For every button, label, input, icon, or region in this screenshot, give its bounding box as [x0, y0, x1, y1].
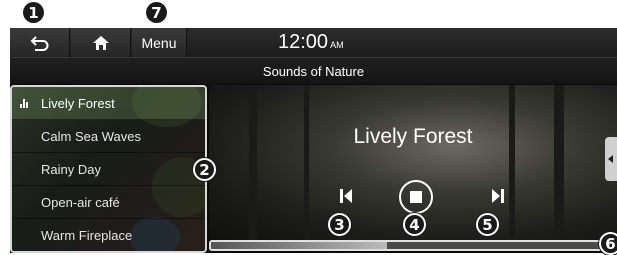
- tree-decoration: [554, 85, 564, 240]
- clock: 12:00 AM: [278, 31, 344, 54]
- list-item[interactable]: Open-air café: [12, 186, 205, 219]
- callout-3: 3: [328, 213, 351, 236]
- top-bar: Menu 12:00 AM: [10, 28, 617, 58]
- list-item-label: Warm Fireplace: [41, 228, 133, 243]
- list-item[interactable]: Calm Sea Waves: [12, 120, 205, 153]
- callout-1: 1: [23, 2, 44, 23]
- head-unit-screen: Menu 12:00 AM Sounds of Nature Lively For…: [10, 28, 617, 253]
- callout-5: 5: [476, 213, 499, 236]
- list-item-label: Rainy Day: [41, 161, 101, 177]
- next-track-icon: [492, 189, 504, 203]
- clock-time: 12:00: [278, 31, 329, 53]
- home-icon: [92, 35, 109, 50]
- list-item-label: Calm Sea Waves: [41, 128, 141, 144]
- progress-bar[interactable]: [209, 240, 613, 251]
- equalizer-icon: [20, 99, 30, 108]
- list-item[interactable]: Rainy Day: [12, 153, 205, 186]
- list-item[interactable]: Lively Forest: [12, 87, 205, 120]
- sound-list: Lively Forest Calm Sea Waves Rainy Day O…: [10, 85, 207, 253]
- home-button[interactable]: [71, 28, 131, 57]
- tree-decoration: [304, 85, 309, 240]
- list-item[interactable]: Warm Fireplace: [12, 219, 205, 251]
- list-item-label: Open-air café: [41, 194, 120, 210]
- progress-fill: [211, 242, 387, 249]
- previous-track-icon: [340, 189, 352, 203]
- back-arrow-icon: [30, 35, 48, 51]
- callout-6: 6: [599, 232, 617, 255]
- page-title: Sounds of Nature: [10, 58, 617, 84]
- clock-ampm: AM: [330, 40, 344, 50]
- stop-button[interactable]: [399, 180, 433, 214]
- callout-2: 2: [193, 158, 216, 181]
- tree-decoration: [249, 85, 257, 240]
- chevron-left-icon: [608, 155, 613, 163]
- menu-button[interactable]: Menu: [132, 28, 187, 57]
- back-button[interactable]: [10, 28, 70, 57]
- list-item-label: Lively Forest: [41, 95, 115, 111]
- next-track-button[interactable]: [491, 188, 505, 209]
- previous-track-button[interactable]: [339, 188, 353, 209]
- side-panel-tab[interactable]: [605, 137, 617, 181]
- stop-icon: [410, 191, 422, 203]
- callout-7: 7: [146, 2, 167, 23]
- callout-4: 4: [403, 213, 426, 236]
- now-playing-title: Lively Forest: [353, 125, 473, 148]
- tree-decoration: [509, 85, 515, 240]
